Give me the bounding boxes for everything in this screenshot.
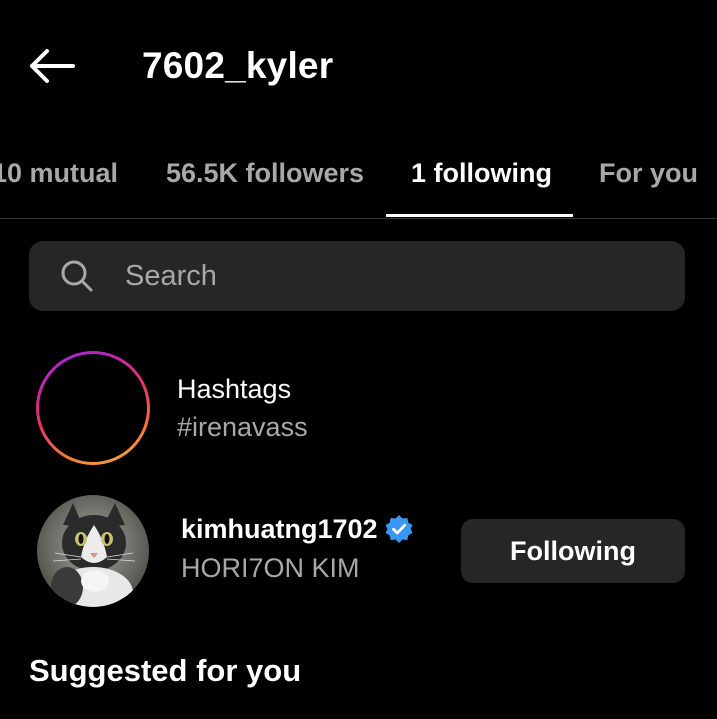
hashtag-avatar xyxy=(36,351,150,465)
tab-followers[interactable]: 56.5K followers xyxy=(166,130,364,216)
tab-for-you[interactable]: For you xyxy=(599,130,698,216)
back-button[interactable] xyxy=(24,42,80,90)
account-username: kimhuatng1702 xyxy=(181,514,378,544)
account-row[interactable]: kimhuatng1702 HORI7ON KIM Following xyxy=(0,495,717,607)
hashtags-subtitle: #irenavass xyxy=(177,412,308,442)
hashtag-icon xyxy=(67,378,119,438)
suggested-heading: Suggested for you xyxy=(29,653,302,688)
tab-bar: 10 mutual 56.5K followers 1 following Fo… xyxy=(0,130,717,219)
active-tab-indicator xyxy=(386,214,573,217)
hashtags-title: Hashtags xyxy=(177,374,292,404)
page-title: 7602_kyler xyxy=(142,45,334,86)
top-bar: 7602_kyler xyxy=(0,0,717,130)
cat-photo xyxy=(37,495,149,607)
tab-following[interactable]: 1 following xyxy=(411,130,552,216)
search-icon xyxy=(61,260,93,292)
arrow-left-icon xyxy=(30,49,75,83)
search-bar[interactable] xyxy=(29,241,685,311)
verified-badge-icon xyxy=(385,515,413,543)
search-input[interactable] xyxy=(125,241,665,311)
avatar[interactable] xyxy=(37,495,149,607)
following-button[interactable]: Following xyxy=(461,519,685,583)
account-display-name: HORI7ON KIM xyxy=(181,553,360,583)
account-name-wrap: kimhuatng1702 xyxy=(181,512,414,546)
hashtags-row[interactable]: Hashtags #irenavass xyxy=(0,351,717,465)
tab-mutual[interactable]: 10 mutual xyxy=(0,130,118,216)
